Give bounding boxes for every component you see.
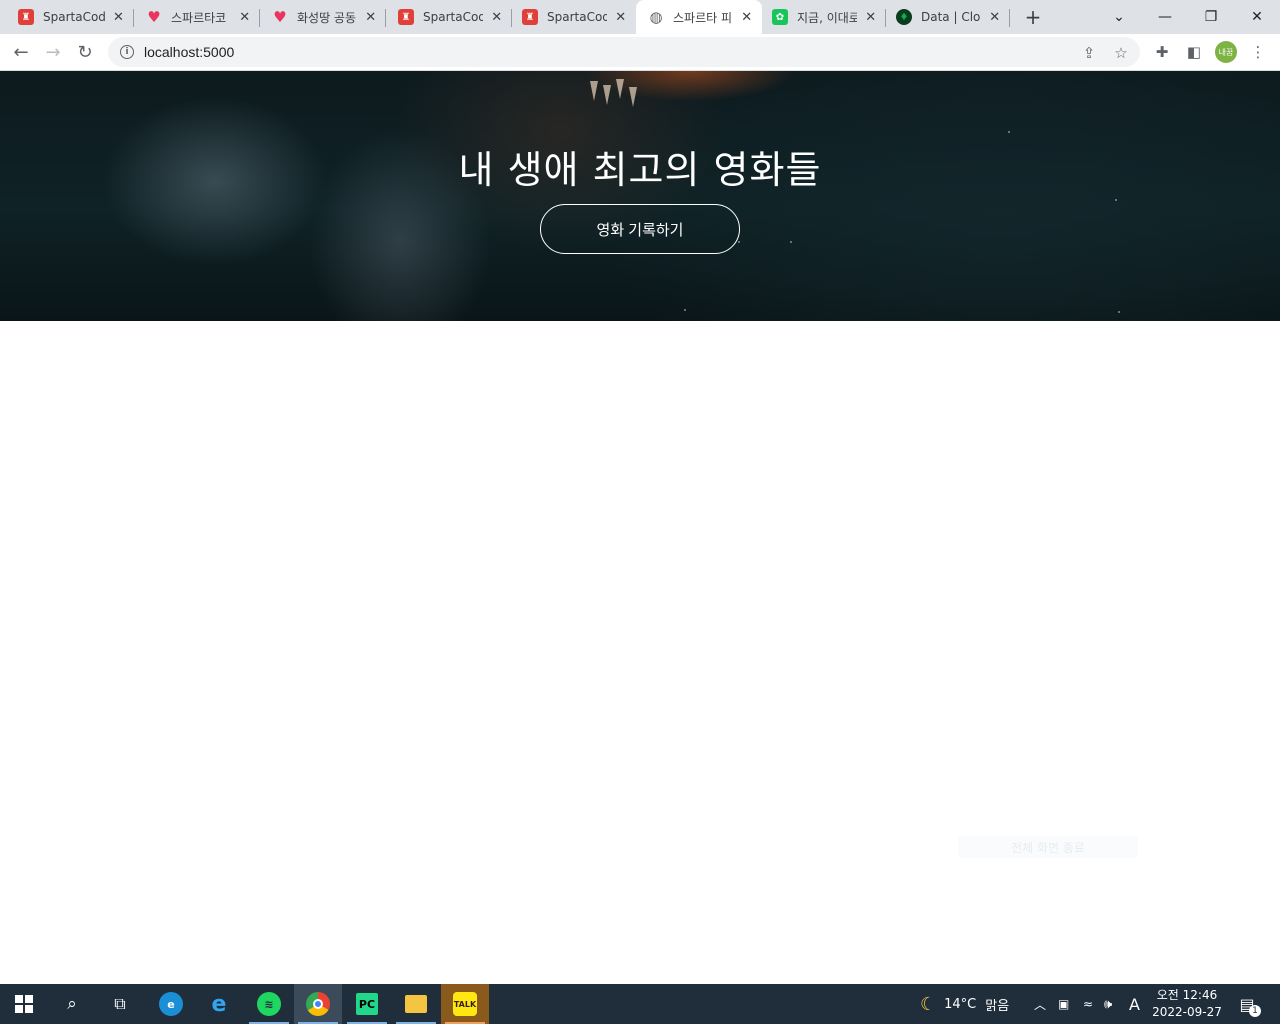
tab-data-cloud[interactable]: ♦ Data | Clou ✕ — [886, 0, 1010, 34]
hero-image-detail — [684, 309, 686, 311]
tab-title: Data | Clou — [921, 10, 982, 24]
close-icon[interactable]: ✕ — [739, 9, 754, 25]
tab-spartacoding-3[interactable]: ♜ SpartaCodi ✕ — [386, 0, 512, 34]
minimize-icon[interactable]: — — [1142, 0, 1188, 34]
tab-spartacoding-4[interactable]: ♜ SpartaCodi ✕ — [512, 0, 636, 34]
edge-icon: e — [159, 992, 183, 1016]
pycharm-app[interactable]: PC — [343, 984, 391, 1024]
edge-app[interactable]: e — [147, 984, 195, 1024]
window-close-icon[interactable]: ✕ — [1234, 0, 1280, 34]
app-icon: ✿ — [772, 9, 788, 25]
wifi-icon[interactable]: ≈ — [1083, 984, 1093, 1024]
meet-icon[interactable]: ▣ — [1058, 984, 1069, 1024]
tab-spartacoding-1[interactable]: ♜ SpartaCodi ✕ — [0, 0, 134, 34]
hero-image-detail — [629, 87, 637, 107]
kakaotalk-icon: TALK — [453, 992, 477, 1016]
notification-icon[interactable]: ▤ 1 — [1236, 993, 1261, 1017]
kakaotalk-app[interactable]: TALK — [441, 984, 489, 1024]
system-clock[interactable]: 오전 12:46 2022-09-27 — [1150, 987, 1224, 1021]
close-icon[interactable]: ✕ — [987, 9, 1002, 25]
hero-image-detail — [1008, 131, 1010, 133]
windows-logo — [15, 995, 33, 1013]
back-icon[interactable]: ← — [7, 38, 35, 66]
tab-title: 화성땅 공동 — [297, 10, 357, 25]
start-icon[interactable] — [0, 984, 48, 1024]
tab-sparta-active[interactable]: ◍ 스파르타 피 ✕ — [636, 0, 762, 34]
close-icon[interactable]: ✕ — [863, 9, 878, 25]
clock-date: 2022-09-27 — [1152, 1005, 1222, 1019]
reload-icon[interactable]: ↻ — [71, 38, 99, 66]
clock-time: 오전 12:46 — [1156, 988, 1218, 1002]
tab-hwaseong[interactable]: ♥ 화성땅 공동 ✕ — [260, 0, 386, 34]
browser-toolbar: ← → ↻ i localhost:5000 ⇪ ☆ ✚ ◧ 내꿈 ⋮ — [0, 34, 1280, 71]
tab-title: 지금, 이대로 — [797, 10, 858, 25]
weather-temp: 14°C — [944, 996, 977, 1012]
notification-count: 1 — [1249, 1005, 1261, 1017]
tab-separator — [1009, 9, 1010, 27]
tab-title: 스파르타 피 — [673, 10, 733, 25]
hero-banner: 내 생애 최고의 영화들 영화 기록하기 — [0, 71, 1280, 321]
folder-icon — [405, 995, 427, 1013]
task-view-icon[interactable]: ⧉ — [96, 984, 144, 1024]
heart-icon: ♥ — [147, 8, 161, 26]
hero-image-detail — [738, 241, 740, 243]
close-icon[interactable]: ✕ — [363, 9, 378, 25]
tray-overflow-icon[interactable]: ︿ — [1034, 984, 1046, 1024]
hero-image-detail — [616, 79, 624, 99]
address-url: localhost:5000 — [144, 44, 235, 60]
hero-image-detail — [590, 81, 598, 101]
close-icon[interactable]: ✕ — [237, 9, 252, 25]
new-tab-icon[interactable]: + — [1022, 5, 1044, 29]
ie-app[interactable]: e — [195, 984, 243, 1024]
hero-image-detail — [790, 241, 792, 243]
browser-tab-strip: ♜ SpartaCodi ✕ ♥ 스파르타코 ✕ ♥ 화성땅 공동 ✕ ♜ Sp… — [0, 0, 1280, 34]
close-icon[interactable]: ✕ — [489, 9, 504, 25]
extensions-icon[interactable]: ✚ — [1152, 42, 1172, 62]
side-panel-icon[interactable]: ◧ — [1184, 42, 1204, 62]
record-movie-button[interactable]: 영화 기록하기 — [540, 204, 740, 254]
chrome-icon — [306, 992, 330, 1016]
more-menu-icon[interactable]: ⋮ — [1248, 42, 1268, 62]
spotify-icon: ≋ — [257, 992, 281, 1016]
internet-explorer-icon: e — [211, 991, 227, 1017]
leaf-icon: ♦ — [896, 9, 912, 25]
tab-title: SpartaCodi — [547, 10, 608, 24]
sparta-icon: ♜ — [398, 9, 414, 25]
tab-search-icon[interactable]: ⌄ — [1096, 0, 1142, 34]
forward-icon[interactable]: → — [39, 38, 67, 66]
volume-icon[interactable]: 🕪 — [1104, 984, 1112, 1024]
tab-now-as-is[interactable]: ✿ 지금, 이대로 ✕ — [762, 0, 886, 34]
avatar[interactable]: 내꿈 — [1215, 41, 1237, 63]
file-explorer-app[interactable] — [392, 984, 440, 1024]
close-icon[interactable]: ✕ — [111, 9, 126, 25]
tab-title: SpartaCodi — [43, 10, 105, 24]
sparta-icon: ♜ — [522, 9, 538, 25]
address-bar[interactable]: i localhost:5000 ⇪ ☆ — [108, 37, 1140, 67]
chrome-app[interactable] — [294, 984, 342, 1024]
tab-title: 스파르타코 — [171, 10, 227, 25]
hero-image-detail — [603, 85, 611, 105]
site-info-icon[interactable]: i — [120, 45, 134, 59]
weather-condition: 맑음 — [985, 998, 1010, 1014]
windows-taskbar: ⌕ ⧉ e e ≋ PC TALK ☾ 14°C 맑음 ︿ ▣ ≈ 🕪 A 오전… — [0, 984, 1280, 1024]
weather-widget[interactable]: ☾ 14°C 맑음 — [920, 984, 1009, 1024]
tab-spartacoding-2[interactable]: ♥ 스파르타코 ✕ — [134, 0, 260, 34]
ime-indicator[interactable]: A — [1129, 984, 1140, 1024]
pycharm-icon: PC — [356, 993, 378, 1015]
spotify-app[interactable]: ≋ — [245, 984, 293, 1024]
share-icon[interactable]: ⇪ — [1080, 44, 1098, 62]
globe-icon: ◍ — [649, 8, 663, 26]
fullscreen-exit-hint: 전체 화면 종료 — [958, 836, 1138, 858]
hero-image-detail — [1115, 199, 1117, 201]
sparta-icon: ♜ — [18, 9, 34, 25]
restore-icon[interactable]: ❐ — [1188, 0, 1234, 34]
page-title: 내 생애 최고의 영화들 — [458, 148, 822, 192]
tab-title: SpartaCodi — [423, 10, 484, 24]
hero-image-detail — [1118, 311, 1120, 313]
close-icon[interactable]: ✕ — [613, 9, 628, 25]
bookmark-star-icon[interactable]: ☆ — [1112, 44, 1130, 62]
moon-icon: ☾ — [920, 993, 937, 1015]
heart-icon: ♥ — [273, 8, 287, 26]
search-icon[interactable]: ⌕ — [48, 984, 96, 1024]
